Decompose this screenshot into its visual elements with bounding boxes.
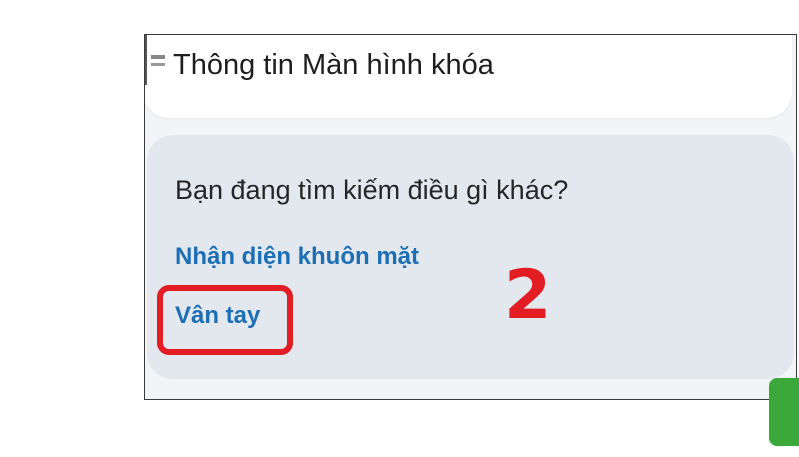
- text-cursor-icon: [145, 35, 165, 85]
- step-number: 2: [504, 256, 552, 335]
- lock-screen-info-item[interactable]: Thông tin Màn hình khóa: [145, 35, 792, 118]
- lock-screen-info-label: Thông tin Màn hình khóa: [173, 49, 494, 81]
- green-side-tab: [769, 378, 799, 446]
- face-recognition-link[interactable]: Nhận diện khuôn mặt: [175, 243, 419, 271]
- suggestions-title: Bạn đang tìm kiếm điều gì khác?: [175, 175, 569, 205]
- highlight-box: [157, 285, 293, 355]
